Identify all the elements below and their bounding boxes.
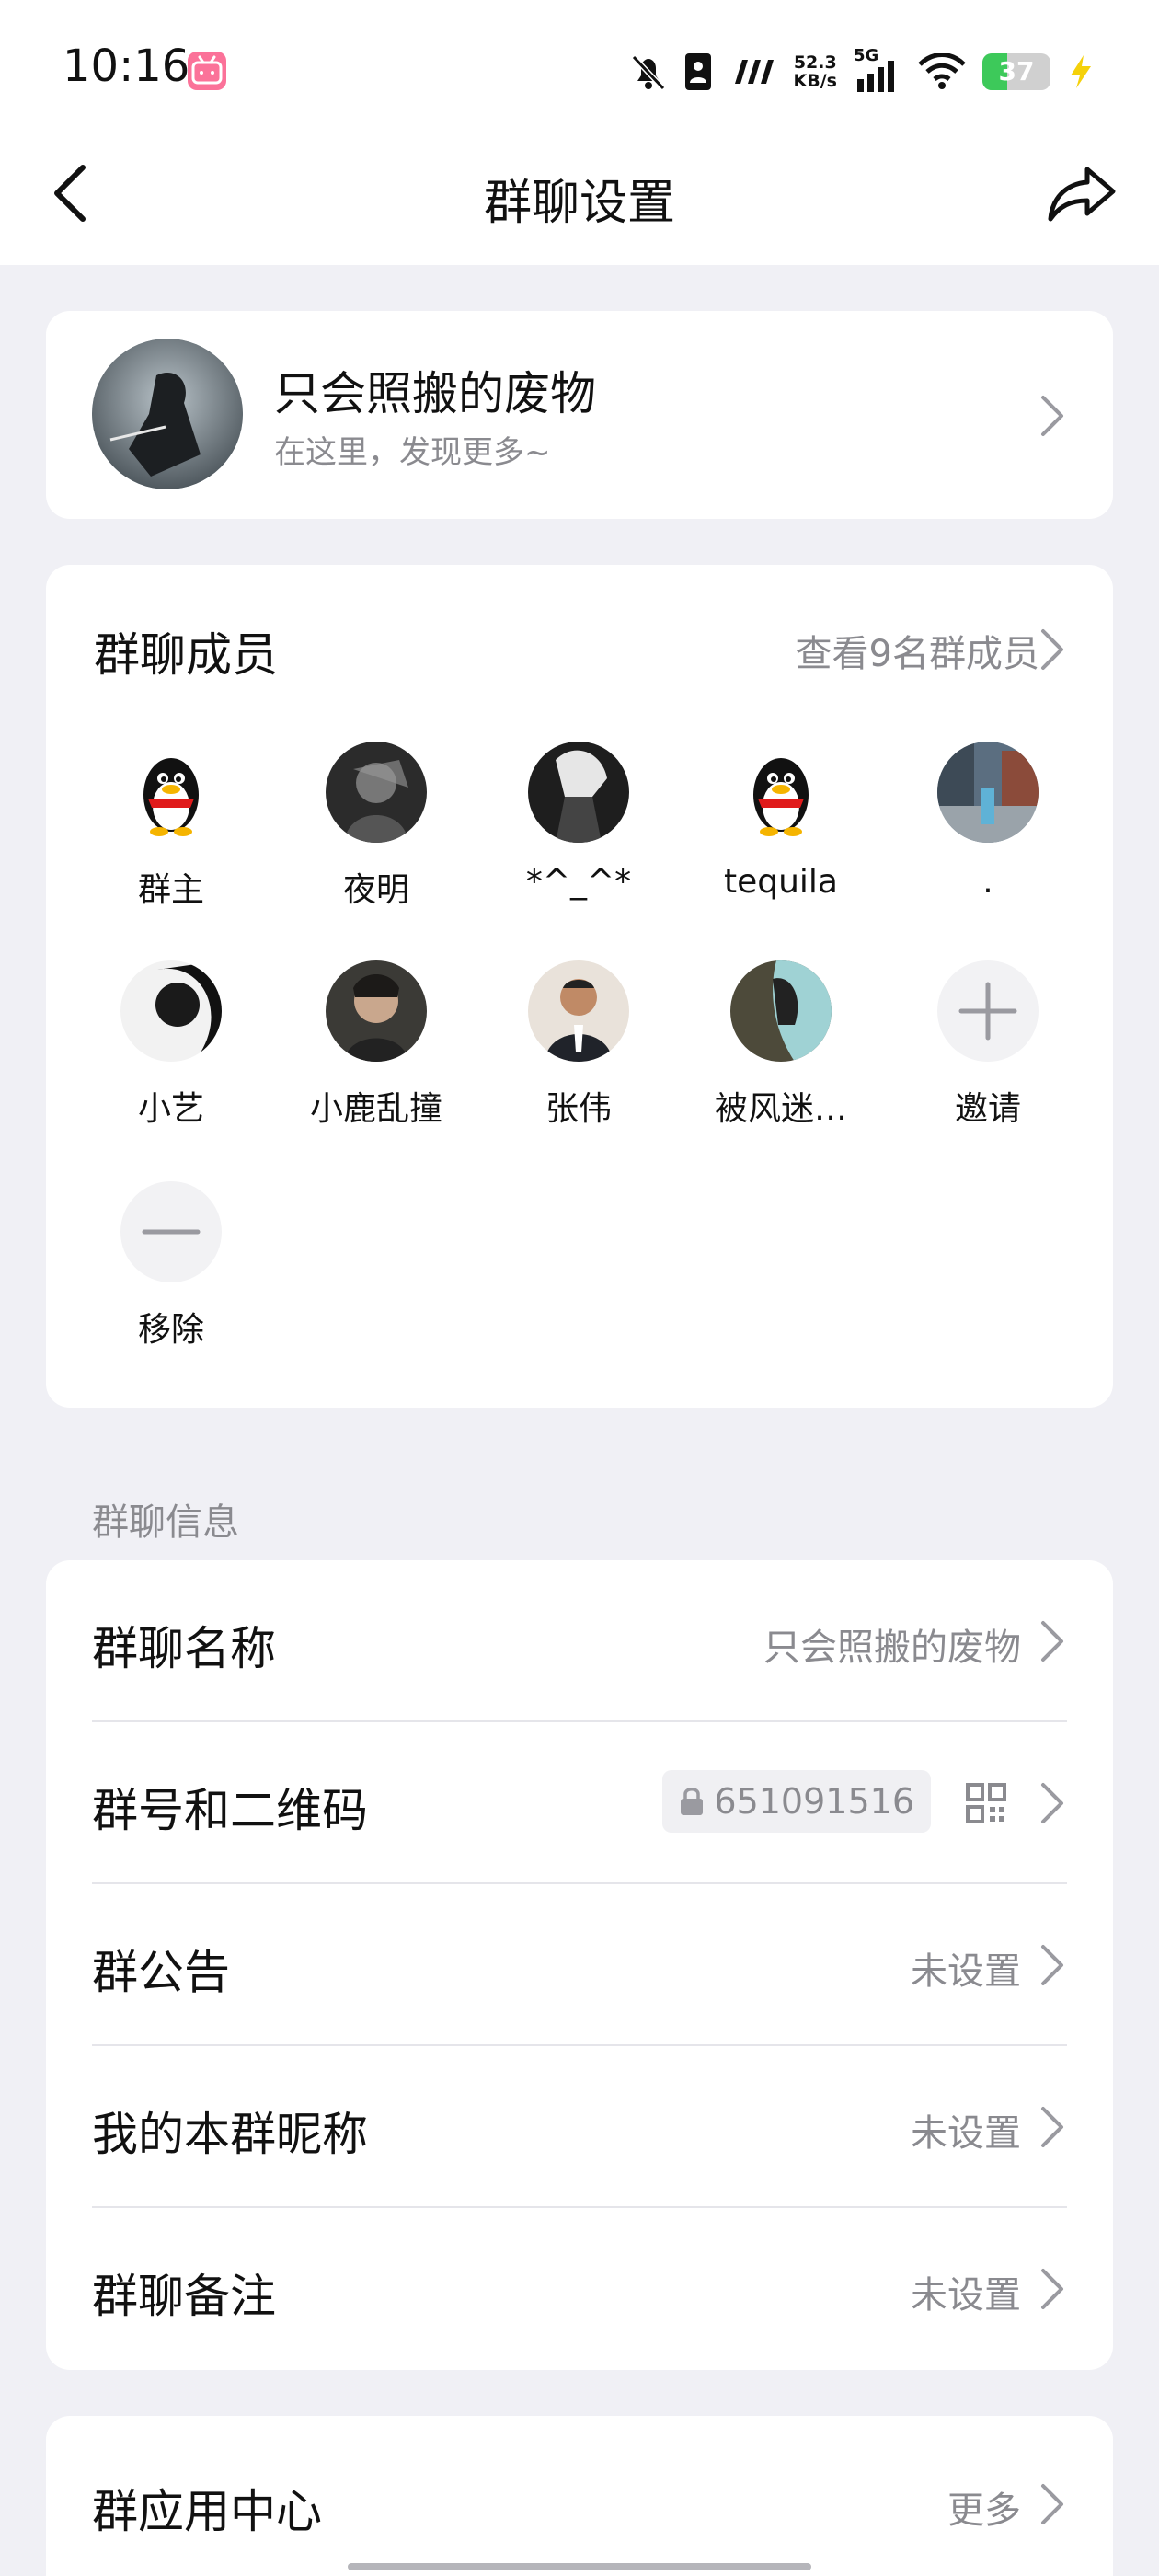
row-value: 未设置 (911, 1950, 1021, 1993)
home-indicator[interactable] (348, 2563, 811, 2570)
share-button[interactable] (1038, 156, 1126, 230)
chevron-right-icon (1041, 2484, 1063, 2524)
qq-penguin-icon (730, 742, 832, 843)
member-item[interactable]: tequila (689, 742, 873, 916)
battery-indicator: 37 (982, 53, 1050, 90)
member-name: 被风迷… (714, 1090, 847, 1128)
charging-icon (1071, 55, 1091, 88)
plus-icon (937, 960, 1039, 1062)
group-number-badge: 651091516 (662, 1770, 931, 1833)
chevron-right-icon (1041, 2269, 1063, 2309)
member-name: 群主 (137, 871, 204, 909)
share-icon (1048, 167, 1116, 222)
group-profile-card[interactable]: 只会照搬的废物 在这里，发现更多~ (46, 311, 1113, 519)
status-icons: 52.3 KB/s 5G 37 (630, 46, 1095, 98)
qq-penguin-icon (120, 742, 222, 843)
member-item[interactable]: 群主 (79, 742, 263, 916)
member-avatar (528, 960, 629, 1062)
status-bar: 10:16 52.3 KB/s 5G 37 (0, 0, 1159, 138)
row-value: 更多 (947, 2490, 1021, 2532)
member-name: 小鹿乱撞 (309, 1090, 442, 1128)
group-avatar (92, 339, 243, 489)
nav-header: 群聊设置 (0, 138, 1159, 265)
member-item[interactable]: 小鹿乱撞 (284, 960, 468, 1135)
row-label: 群聊备注 (92, 2270, 276, 2323)
row-value: 未设置 (911, 2274, 1021, 2317)
my-group-nickname-row[interactable]: 我的本群昵称 未设置 (46, 2046, 1113, 2208)
hd-icon (734, 60, 774, 84)
member-avatar (326, 742, 427, 843)
group-name: 只会照搬的废物 (274, 367, 596, 420)
member-item[interactable]: 小艺 (79, 960, 263, 1135)
sim-card-icon (684, 53, 711, 90)
row-label: 群聊名称 (92, 1622, 276, 1675)
member-avatar (326, 960, 427, 1062)
member-name: 张伟 (545, 1090, 612, 1128)
lock-icon (681, 1788, 704, 1815)
wifi-icon (918, 53, 966, 89)
members-card: 群聊成员 查看9名群成员 群主 夜明 *^_^* tequila . 小艺 小鹿… (46, 565, 1113, 1408)
invite-label: 邀请 (954, 1090, 1021, 1128)
chevron-right-icon (1041, 1945, 1063, 1985)
mute-bell-icon (631, 54, 665, 91)
invite-member-button[interactable]: 邀请 (896, 960, 1080, 1135)
row-value: 未设置 (911, 2112, 1021, 2155)
row-label: 群应用中心 (92, 2485, 322, 2538)
group-apps-card: 群应用中心 更多 (46, 2416, 1113, 2576)
member-avatar (937, 742, 1039, 843)
member-avatar (730, 960, 832, 1062)
net-speed-value: 52.3 (793, 52, 837, 73)
member-name: . (982, 863, 993, 901)
member-name: tequila (724, 863, 838, 901)
group-subtitle: 在这里，发现更多~ (274, 434, 551, 471)
view-all-members-link[interactable]: 查看9名群成员 (796, 624, 1039, 677)
member-item[interactable]: *^_^* (487, 742, 671, 916)
member-item[interactable]: 张伟 (487, 960, 671, 1135)
qrcode-icon[interactable] (966, 1783, 1006, 1823)
cell-signal: 5G (854, 46, 901, 94)
member-item[interactable]: 夜明 (284, 742, 468, 916)
section-label: 群聊信息 (92, 1501, 239, 1544)
chevron-right-icon (1041, 396, 1063, 436)
remove-label: 移除 (137, 1311, 204, 1349)
chevron-right-icon (1041, 2107, 1063, 2147)
group-number: 651091516 (714, 1781, 914, 1822)
member-name: 夜明 (342, 871, 409, 909)
row-value: 只会照搬的废物 (763, 1627, 1021, 1669)
chevron-right-icon (1041, 1783, 1063, 1823)
member-name: 小艺 (137, 1090, 204, 1128)
member-avatar (528, 742, 629, 843)
member-item[interactable]: . (896, 742, 1080, 916)
group-remark-row[interactable]: 群聊备注 未设置 (46, 2208, 1113, 2370)
group-number-qrcode-row[interactable]: 群号和二维码 651091516 (46, 1722, 1113, 1884)
member-name: *^_^* (525, 863, 632, 901)
member-item[interactable]: 被风迷… (689, 960, 873, 1135)
group-app-center-row[interactable]: 群应用中心 更多 (46, 2416, 1113, 2576)
chevron-right-icon (1041, 1621, 1063, 1662)
status-time: 10:16 (63, 40, 190, 92)
group-announcement-row[interactable]: 群公告 未设置 (46, 1884, 1113, 2046)
net-speed-unit: KB/s (793, 71, 837, 91)
minus-icon (120, 1181, 222, 1282)
row-label: 我的本群昵称 (92, 2108, 368, 2161)
signal-icon (857, 61, 894, 92)
bilibili-icon (188, 52, 226, 90)
member-avatar (120, 960, 222, 1062)
row-label: 群号和二维码 (92, 1784, 368, 1837)
page-title: 群聊设置 (483, 176, 675, 231)
row-label: 群公告 (92, 1946, 230, 1999)
battery-text: 37 (998, 56, 1035, 86)
remove-member-button[interactable]: 移除 (79, 1181, 263, 1356)
group-name-row[interactable]: 群聊名称 只会照搬的废物 (46, 1560, 1113, 1722)
group-info-card: 群聊名称 只会照搬的废物 群号和二维码 651091516 群公告 未设置 我的… (46, 1560, 1113, 2370)
chevron-right-icon[interactable] (1039, 627, 1065, 672)
members-title: 群聊成员 (94, 628, 278, 682)
net-speed: 52.3 KB/s (794, 53, 837, 90)
